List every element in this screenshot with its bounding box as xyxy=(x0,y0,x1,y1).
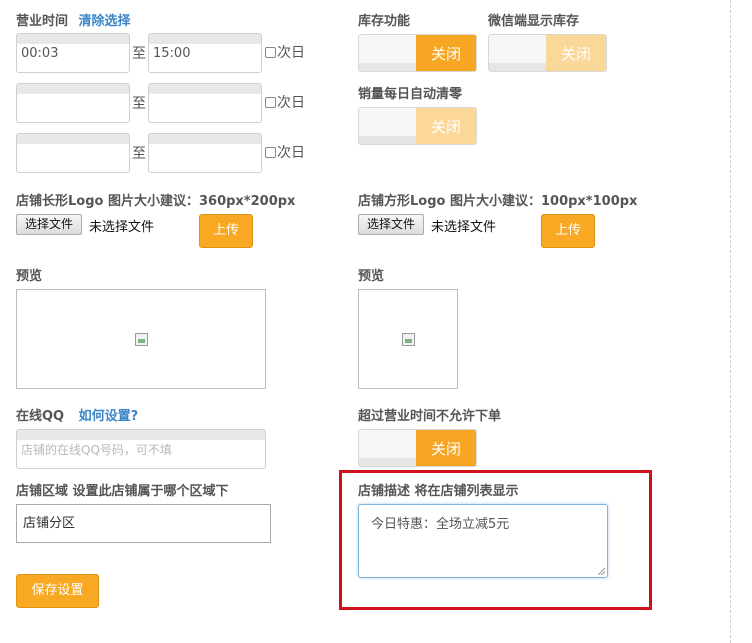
broken-image-icon xyxy=(402,333,415,346)
toggle-knob: 关闭 xyxy=(546,35,606,71)
hours-label: 营业时间 清除选择 xyxy=(16,14,131,29)
no-file-text: 未选择文件 xyxy=(89,220,155,235)
hours-end-3[interactable] xyxy=(148,133,262,173)
save-button[interactable]: 保存设置 xyxy=(16,574,99,608)
qq-label: 在线QQ 如何设置? xyxy=(16,409,139,424)
hours-start-2[interactable] xyxy=(16,83,130,123)
toggle-knob: 关闭 xyxy=(416,430,476,466)
no-file-text: 未选择文件 xyxy=(431,220,497,235)
after-hours-label: 超过营业时间不允许下单 xyxy=(358,409,502,424)
preview-label: 预览 xyxy=(358,269,385,284)
choose-file-button[interactable]: 选择文件 xyxy=(358,214,425,235)
hours-start-3[interactable] xyxy=(16,133,130,173)
checkbox[interactable] xyxy=(265,47,276,58)
hours-end-1[interactable]: 15:00 xyxy=(148,33,262,73)
next-day-checkbox-3[interactable]: 次日 xyxy=(265,142,305,162)
toggle-knob: 关闭 xyxy=(416,108,476,144)
logo-square-preview xyxy=(358,289,458,389)
inventory-label: 库存功能 xyxy=(358,14,411,29)
inventory-toggle[interactable]: 关闭 xyxy=(358,34,477,72)
to-label: 至 xyxy=(132,146,146,162)
toggle-knob: 关闭 xyxy=(416,35,476,71)
upload-button[interactable]: 上传 xyxy=(541,214,595,248)
checkbox[interactable] xyxy=(265,147,276,158)
region-label: 店铺区域 设置此店铺属于哪个区域下 xyxy=(16,484,229,499)
after-hours-toggle[interactable]: 关闭 xyxy=(358,429,477,467)
logo-square-label: 店铺方形Logo 图片大小建议：100px*100px xyxy=(358,194,638,209)
region-select[interactable]: 店铺分区 xyxy=(16,504,271,543)
description-text: 今日特惠：全场立减5元 xyxy=(371,517,510,532)
description-label: 店铺描述 将在店铺列表显示 xyxy=(358,484,519,499)
sales-reset-label: 销量每日自动清零 xyxy=(358,87,463,102)
upload-button[interactable]: 上传 xyxy=(199,214,253,248)
logo-long-preview xyxy=(16,289,266,389)
next-day-checkbox-1[interactable]: 次日 xyxy=(265,42,305,62)
preview-label: 预览 xyxy=(16,269,43,284)
to-label: 至 xyxy=(132,46,146,62)
broken-image-icon xyxy=(135,333,148,346)
to-label: 至 xyxy=(132,96,146,112)
wechat-inventory-label: 微信端显示库存 xyxy=(488,14,580,29)
hours-end-2[interactable] xyxy=(148,83,262,123)
page-divider xyxy=(730,0,731,643)
description-textarea[interactable]: 今日特惠：全场立减5元 xyxy=(358,504,608,578)
qq-help-link[interactable]: 如何设置? xyxy=(79,409,139,424)
sales-reset-toggle[interactable]: 关闭 xyxy=(358,107,477,145)
next-day-checkbox-2[interactable]: 次日 xyxy=(265,92,305,112)
logo-long-label: 店铺长形Logo 图片大小建议：360px*200px xyxy=(16,194,296,209)
choose-file-button[interactable]: 选择文件 xyxy=(16,214,83,235)
clear-selection-link[interactable]: 清除选择 xyxy=(79,14,131,29)
wechat-inventory-toggle[interactable]: 关闭 xyxy=(488,34,607,72)
hours-start-1[interactable]: 00:03 xyxy=(16,33,130,73)
qq-input[interactable]: 店铺的在线QQ号码，可不填 xyxy=(16,429,266,469)
checkbox[interactable] xyxy=(265,97,276,108)
resize-handle-icon[interactable] xyxy=(598,568,605,575)
